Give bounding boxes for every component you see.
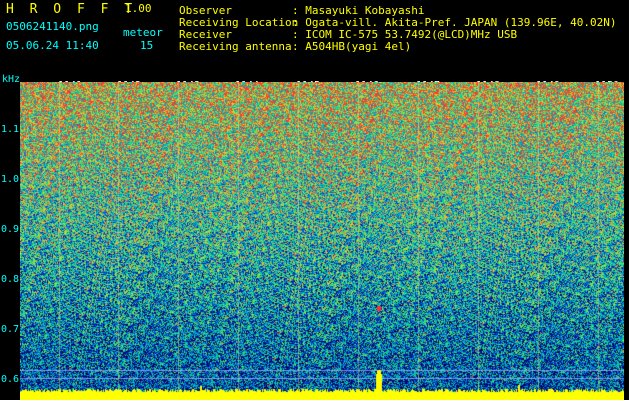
app-name: H R O F F T [6,2,137,17]
y-tick: 0.9 [1,224,20,235]
datetime: 05.06.24 11:40 [6,39,99,52]
receiver-label: Receiver [179,28,232,41]
header-panel: H R O F F T 1.00 0506241140.png meteor 0… [0,0,629,82]
y-tick: 0.8 [1,274,20,285]
location-label: Receiving Location [179,16,299,29]
antenna-label: Receiving antenna [179,40,292,53]
meteor-count: 15 [140,39,154,52]
y-tick: 0.6 [1,374,20,385]
observer-label: Observer [179,4,232,17]
spectrogram-display [20,82,624,400]
meteor-label: meteor [123,26,163,39]
spectrogram-canvas [20,82,624,400]
location-value: : Ogata-vill. Akita-Pref. JAPAN (139.96E… [292,16,617,29]
app-version: 1.00 [125,2,152,15]
receiver-value: : ICOM IC-575 53.7492(@LCD)MHz USB [292,28,518,41]
y-tick: 1.1 [1,124,20,135]
filename: 0506241140.png [6,20,99,33]
y-tick: 0.7 [1,324,20,335]
antenna-value: : A504HB(yagi 4el) [292,40,412,53]
y-tick: 1.0 [1,174,20,185]
observer-value: : Masayuki Kobayashi [292,4,425,17]
